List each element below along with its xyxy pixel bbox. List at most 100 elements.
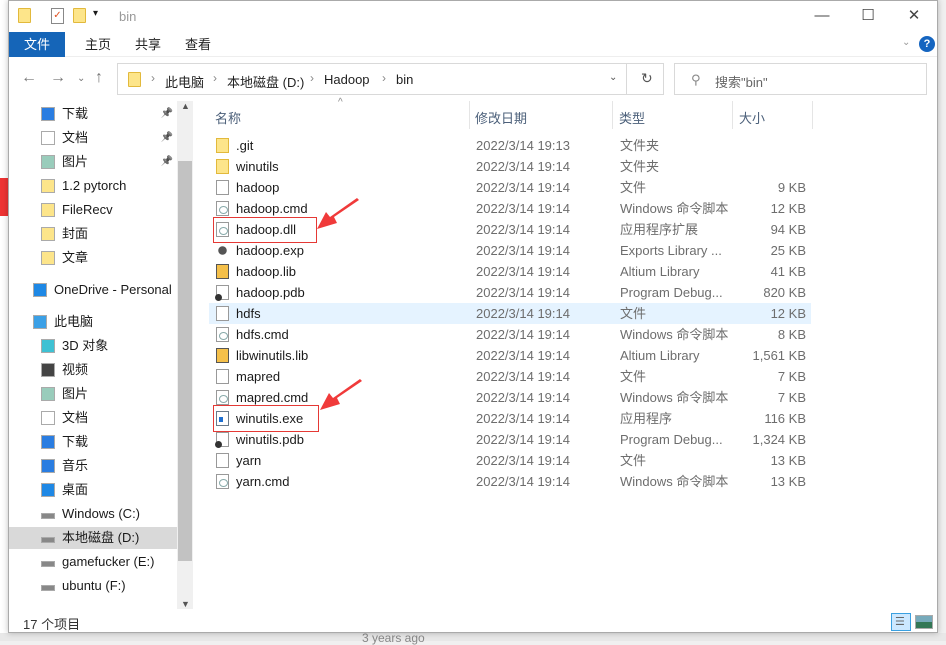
sidebar-item[interactable]: 桌面 bbox=[9, 479, 177, 501]
large-icons-view-button[interactable] bbox=[915, 615, 933, 629]
file-row[interactable]: mapred 2022/3/14 19:14 文件 7 KB bbox=[209, 366, 811, 387]
scrollbar-thumb[interactable] bbox=[178, 161, 192, 561]
tab-share[interactable]: 共享 bbox=[123, 32, 173, 57]
file-name: yarn.cmd bbox=[236, 474, 290, 489]
file-date: 2022/3/14 19:14 bbox=[476, 327, 570, 342]
sidebar-item[interactable]: 音乐 bbox=[9, 455, 177, 477]
sidebar-item[interactable]: 图片 📌 bbox=[9, 151, 177, 173]
sidebar-item-label: ubuntu (F:) bbox=[62, 578, 126, 593]
sidebar-item[interactable]: 3D 对象 bbox=[9, 335, 177, 357]
file-date: 2022/3/14 19:14 bbox=[476, 369, 570, 384]
search-input[interactable]: ⚲ 搜索"bin" bbox=[674, 63, 927, 95]
breadcrumb-bin[interactable]: bin bbox=[396, 72, 413, 87]
file-row[interactable]: yarn.cmd 2022/3/14 19:14 Windows 命令脚本 13 KB bbox=[209, 471, 811, 492]
ribbon-tabs: 文件 主页 共享 查看 ⌄ ? bbox=[9, 31, 937, 57]
file-row[interactable]: hadoop.lib 2022/3/14 19:14 Altium Library 4… bbox=[209, 261, 811, 282]
sidebar-item[interactable]: 图片 bbox=[9, 383, 177, 405]
file-row[interactable]: .git 2022/3/14 19:13 文件夹 bbox=[209, 135, 811, 156]
refresh-button[interactable]: ↻ bbox=[641, 70, 653, 87]
sidebar-item[interactable]: 下载 bbox=[9, 431, 177, 453]
sidebar-item[interactable]: Windows (C:) bbox=[9, 503, 177, 525]
sidebar-item[interactable]: 封面 bbox=[9, 223, 177, 245]
file-row[interactable]: winutils 2022/3/14 19:14 文件夹 bbox=[209, 156, 811, 177]
sidebar-item[interactable]: 此电脑 bbox=[9, 311, 177, 333]
sidebar-item-label: 图片 bbox=[62, 386, 89, 401]
sidebar-item[interactable]: gamefucker (E:) bbox=[9, 551, 177, 573]
properties-icon[interactable]: ✓ bbox=[51, 8, 64, 24]
back-button[interactable]: ← bbox=[21, 69, 37, 87]
scroll-up-icon[interactable]: ▲ bbox=[181, 101, 190, 111]
annotation-arrow bbox=[317, 198, 359, 229]
file-row[interactable]: winutils.pdb 2022/3/14 19:14 Program Debug… bbox=[209, 429, 811, 450]
folder-file-icon bbox=[216, 159, 229, 174]
file-row[interactable]: hadoop.pdb 2022/3/14 19:14 Program Debug..… bbox=[209, 282, 811, 303]
pdb-file-icon bbox=[215, 432, 229, 448]
file-file-icon bbox=[216, 369, 229, 384]
file-name: hdfs.cmd bbox=[236, 327, 289, 342]
sidebar-item[interactable]: 本地磁盘 (D:) bbox=[9, 527, 177, 549]
sidebar-item[interactable]: 视频 bbox=[9, 359, 177, 381]
breadcrumb-this-pc[interactable]: 此电脑 bbox=[165, 72, 204, 91]
minimize-button[interactable]: — bbox=[799, 5, 845, 27]
column-date-modified[interactable]: 修改日期 bbox=[475, 108, 527, 127]
sidebar-item[interactable]: OneDrive - Personal bbox=[9, 279, 177, 301]
file-size: 820 KB bbox=[763, 285, 806, 300]
customize-quick-access-icon[interactable]: ▾ bbox=[93, 8, 98, 24]
breadcrumb-hadoop[interactable]: Hadoop bbox=[324, 72, 370, 87]
sidebar-item[interactable]: 文档 bbox=[9, 407, 177, 429]
close-button[interactable]: ✕ bbox=[891, 5, 937, 27]
maximize-button[interactable]: ☐ bbox=[845, 5, 891, 27]
new-folder-icon[interactable] bbox=[73, 8, 86, 23]
file-row[interactable]: hdfs 2022/3/14 19:14 文件 12 KB bbox=[209, 303, 811, 324]
column-name[interactable]: 名称 bbox=[215, 108, 241, 127]
tab-file[interactable]: 文件 bbox=[9, 32, 65, 57]
file-type: Windows 命令脚本 bbox=[620, 390, 729, 405]
file-row[interactable]: libwinutils.lib 2022/3/14 19:14 Altium Lib… bbox=[209, 345, 811, 366]
sidebar-item[interactable]: 1.2 pytorch bbox=[9, 175, 177, 197]
file-date: 2022/3/14 19:14 bbox=[476, 159, 570, 174]
sidebar-item[interactable]: 下载 📌 bbox=[9, 103, 177, 125]
sidebar-item[interactable]: ubuntu (F:) bbox=[9, 575, 177, 597]
file-row[interactable]: hadoop.cmd 2022/3/14 19:14 Windows 命令脚本 12 … bbox=[209, 198, 811, 219]
sidebar-item[interactable]: 文章 bbox=[9, 247, 177, 269]
recent-locations-button[interactable]: ⌄ bbox=[77, 73, 85, 84]
help-icon[interactable]: ? bbox=[919, 36, 935, 52]
expand-ribbon-icon[interactable]: ⌄ bbox=[902, 37, 910, 48]
sidebar-item[interactable]: FileRecv bbox=[9, 199, 177, 221]
pin-icon[interactable]: 📌 bbox=[161, 127, 173, 149]
drive-icon bbox=[41, 513, 55, 519]
breadcrumb-drive-d[interactable]: 本地磁盘 (D:) bbox=[227, 72, 304, 91]
file-size: 9 KB bbox=[777, 180, 806, 195]
file-row[interactable]: hadoop 2022/3/14 19:14 文件 9 KB bbox=[209, 177, 811, 198]
details-view-button[interactable]: ☰ bbox=[891, 613, 911, 631]
file-size: 12 KB bbox=[770, 306, 806, 321]
address-bar[interactable]: › 此电脑 › 本地磁盘 (D:) › Hadoop › bin ⌄ ↻ bbox=[117, 63, 664, 95]
file-date: 2022/3/14 19:14 bbox=[476, 285, 570, 300]
file-date: 2022/3/14 19:14 bbox=[476, 264, 570, 279]
address-dropdown-icon[interactable]: ⌄ bbox=[609, 72, 617, 83]
tab-home[interactable]: 主页 bbox=[73, 32, 123, 57]
sidebar-item-label: 本地磁盘 (D:) bbox=[62, 530, 140, 545]
pin-icon[interactable]: 📌 bbox=[161, 151, 173, 173]
folder-icon bbox=[41, 203, 55, 217]
file-name: hadoop.exp bbox=[236, 243, 304, 258]
scroll-down-icon[interactable]: ▼ bbox=[181, 599, 190, 609]
chevron-right-icon: › bbox=[310, 71, 314, 85]
window-title: bin bbox=[119, 9, 137, 24]
up-button[interactable]: ↑ bbox=[95, 69, 103, 87]
forward-button[interactable]: → bbox=[50, 69, 66, 87]
pin-icon[interactable]: 📌 bbox=[161, 103, 173, 125]
file-row[interactable]: hadoop.exp 2022/3/14 19:14 Exports Library… bbox=[209, 240, 811, 261]
column-size[interactable]: 大小 bbox=[739, 108, 765, 127]
tab-view[interactable]: 查看 bbox=[173, 32, 223, 57]
file-row[interactable]: hdfs.cmd 2022/3/14 19:14 Windows 命令脚本 8 KB bbox=[209, 324, 811, 345]
sidebar-item[interactable]: 文档 📌 bbox=[9, 127, 177, 149]
navigation-scrollbar[interactable]: ▲ ▼ bbox=[177, 101, 193, 609]
download-icon bbox=[41, 107, 55, 121]
file-row[interactable]: yarn 2022/3/14 19:14 文件 13 KB bbox=[209, 450, 811, 471]
column-type[interactable]: 类型 bbox=[619, 108, 645, 127]
drive-icon bbox=[41, 537, 55, 543]
file-size: 12 KB bbox=[770, 201, 806, 216]
file-date: 2022/3/14 19:14 bbox=[476, 243, 570, 258]
file-name: winutils.pdb bbox=[236, 432, 304, 447]
